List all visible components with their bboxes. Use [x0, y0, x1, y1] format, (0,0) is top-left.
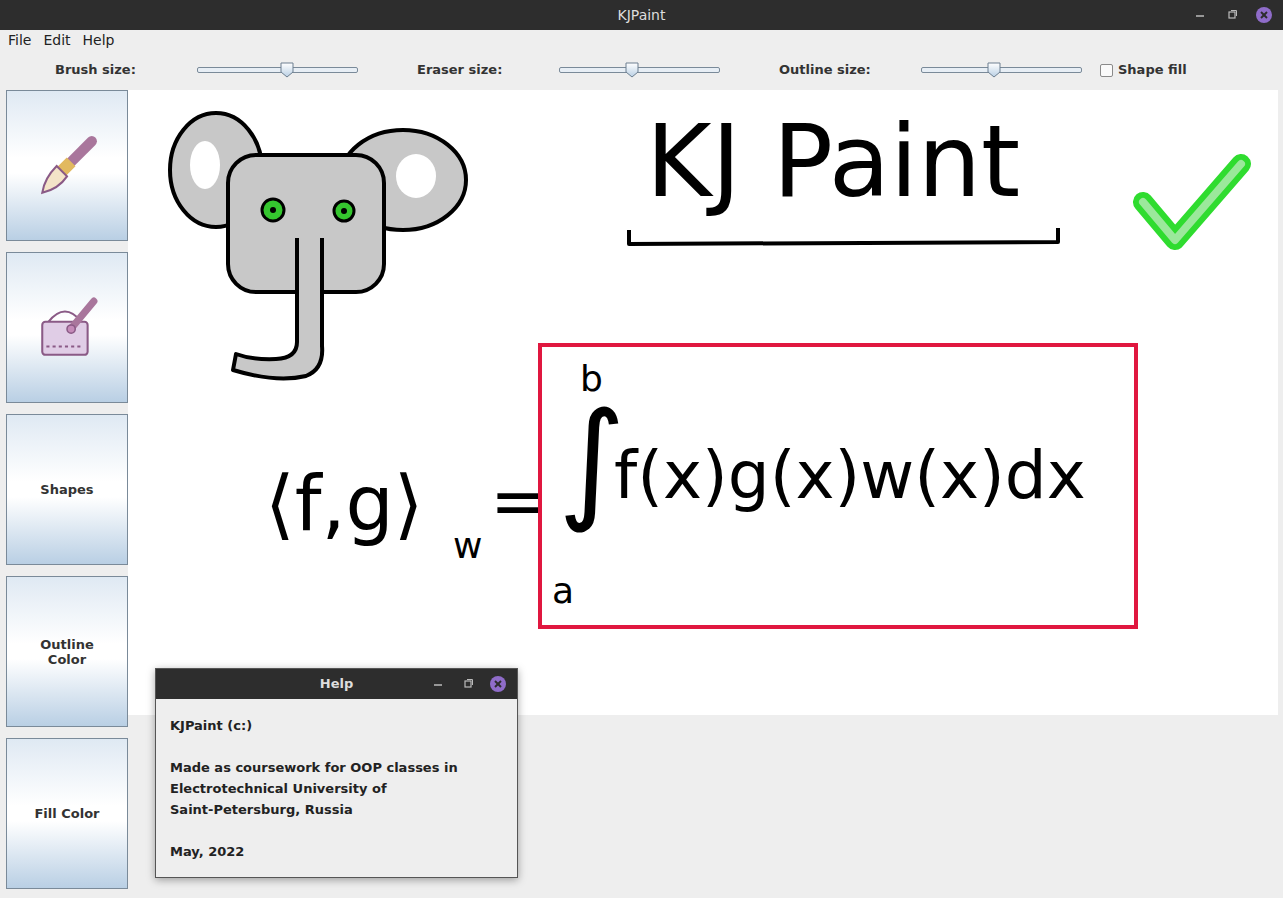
- dialog-body: KJPaint (c:) Made as coursework for OOP c…: [156, 699, 517, 876]
- slider-fill: [560, 68, 632, 72]
- slider-fill: [922, 68, 994, 72]
- window-controls: [1191, 0, 1273, 30]
- title-bar: KJPaint: [0, 0, 1283, 30]
- checkbox-label[interactable]: Shape fill: [1118, 60, 1187, 80]
- tool-panel: Shapes Outline Color Fill Color: [0, 90, 128, 898]
- minimize-icon[interactable]: [429, 675, 447, 693]
- dialog-line: KJPaint (c:): [170, 715, 503, 736]
- dialog-line: Electrotechnical University of: [170, 778, 503, 799]
- minimize-icon[interactable]: [1191, 6, 1209, 24]
- slider-label: Outline size:: [779, 60, 921, 80]
- tool-button[interactable]: Shapes: [6, 414, 128, 565]
- shape-fill-checkbox[interactable]: Shape fill: [1100, 60, 1187, 80]
- tool-button[interactable]: [6, 252, 128, 403]
- tool-button[interactable]: Outline Color: [6, 576, 128, 727]
- slider-label: Brush size:: [55, 60, 197, 80]
- integrand: f(x)g(x)w(x)dx: [614, 443, 1086, 509]
- dialog-paragraph: May, 2022: [170, 841, 503, 862]
- dialog-line: May, 2022: [170, 841, 503, 862]
- window-controls: [429, 669, 507, 699]
- tool-label: Fill Color: [34, 806, 99, 821]
- tool-button[interactable]: [6, 90, 128, 241]
- heading-text: KJ Paint: [646, 112, 1020, 212]
- maximize-icon[interactable]: [459, 675, 477, 693]
- dialog-line: Made as coursework for OOP classes in: [170, 757, 503, 778]
- toolbar: Brush size: Eraser size: Outline size: Shap…: [0, 50, 1283, 90]
- tool-button[interactable]: Fill Color: [6, 738, 128, 889]
- underline-stroke: [626, 224, 1066, 254]
- formula-lhs: ⟨f,g⟩: [265, 466, 423, 542]
- slider-track[interactable]: [559, 67, 720, 73]
- window-title: KJPaint: [618, 0, 666, 30]
- brush-icon: [34, 133, 100, 199]
- paint-bucket-icon: [34, 295, 100, 361]
- menu-item[interactable]: Edit: [37, 31, 76, 49]
- tool-label: Outline Color: [32, 637, 102, 667]
- close-icon[interactable]: [1255, 6, 1273, 24]
- slider-track[interactable]: [921, 67, 1082, 73]
- checkbox-box[interactable]: [1100, 64, 1113, 77]
- tool-label: Shapes: [40, 482, 93, 497]
- maximize-icon[interactable]: [1223, 6, 1241, 24]
- slider-group: Eraser size:: [417, 60, 720, 80]
- dialog-title-bar: Help: [156, 669, 517, 699]
- help-dialog: Help KJPaint (c:) Made as coursework for O…: [155, 668, 518, 878]
- slider-thumb[interactable]: [280, 62, 294, 78]
- dialog-line: Saint-Petersburg, Russia: [170, 799, 503, 820]
- lower-limit: a: [552, 573, 574, 609]
- dialog-title: Help: [320, 669, 353, 699]
- drawing-canvas[interactable]: KJ Paint⟨f,g⟩w=b∫f(x)g(x)w(x)dxa: [128, 90, 1278, 715]
- slider-thumb[interactable]: [987, 62, 1001, 78]
- slider-label: Eraser size:: [417, 60, 559, 80]
- menu-item[interactable]: Help: [77, 31, 121, 49]
- red-rectangle: b∫f(x)g(x)w(x)dxa: [538, 343, 1138, 629]
- kjpaint-window: KJPaintFileEditHelpBrush size:Eraser siz…: [0, 0, 1283, 898]
- upper-limit: b: [580, 361, 603, 397]
- menu-bar: FileEditHelp: [0, 30, 1283, 50]
- slider-track[interactable]: [197, 67, 358, 73]
- slider-thumb[interactable]: [625, 62, 639, 78]
- checkmark-drawing: [1133, 150, 1253, 270]
- dialog-paragraph: Made as coursework for OOP classes inEle…: [170, 757, 503, 820]
- slider-group: Outline size:: [779, 60, 1082, 80]
- close-icon[interactable]: [489, 675, 507, 693]
- menu-item[interactable]: File: [2, 31, 37, 49]
- formula-subscript: w: [453, 528, 482, 564]
- slider-fill: [198, 68, 287, 72]
- elephant-drawing: [166, 110, 476, 390]
- slider-group: Brush size:: [55, 60, 358, 80]
- dialog-paragraph: KJPaint (c:): [170, 715, 503, 736]
